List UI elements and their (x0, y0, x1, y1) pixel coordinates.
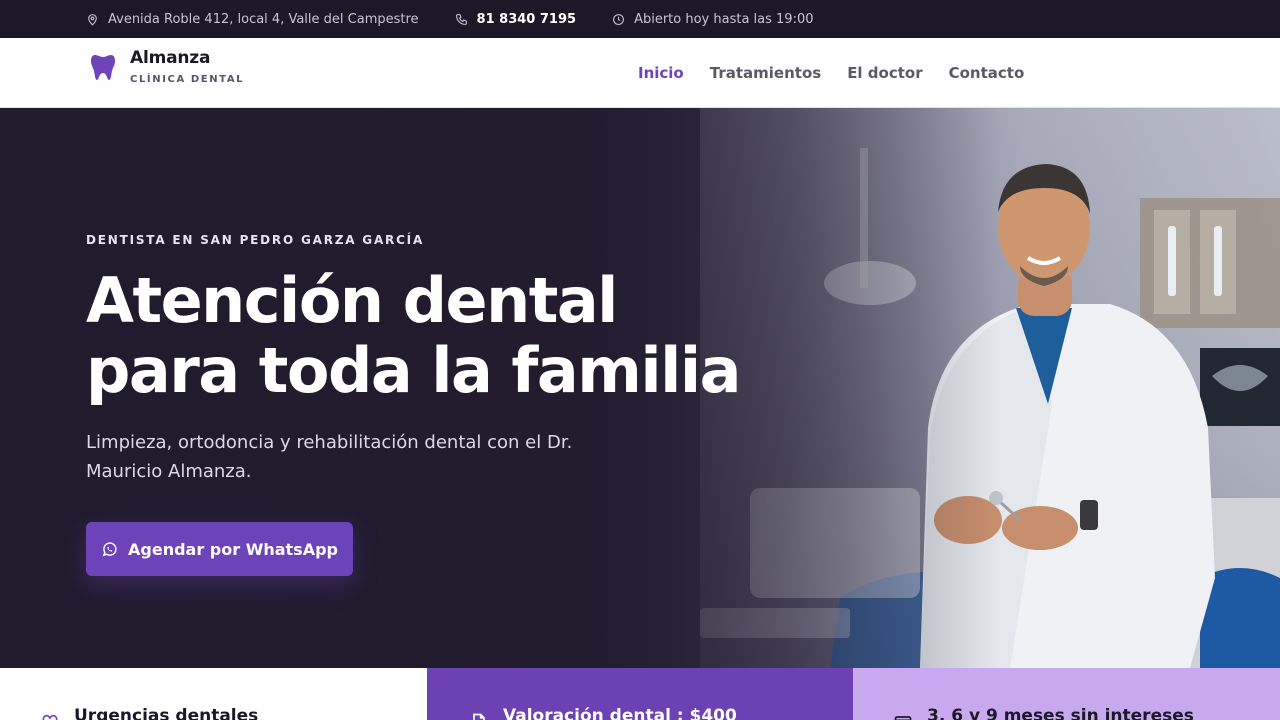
feature-card-urgencias[interactable]: Urgencias dentales (0, 668, 427, 720)
whatsapp-cta-button[interactable]: Agendar por WhatsApp (86, 522, 353, 576)
phone-link[interactable]: 81 8340 7195 (477, 12, 577, 27)
nav-tratamientos[interactable]: Tratamientos (710, 64, 821, 82)
hero-eyebrow: DENTISTA EN SAN PEDRO GARZA GARCÍA (86, 233, 425, 247)
hours-text: Abierto hoy hasta las 19:00 (634, 11, 814, 27)
address-text: Avenida Roble 412, local 4, Valle del Ca… (108, 11, 419, 27)
headline-line-2: para toda la familia (86, 334, 741, 407)
phone-icon (455, 13, 467, 25)
address-info: Avenida Roble 412, local 4, Valle del Ca… (86, 12, 419, 27)
brand-logo[interactable]: Almanza CLÍNICA DENTAL (90, 48, 244, 85)
cta-label: Agendar por WhatsApp (128, 539, 338, 559)
headline-line-1: Atención dental (86, 264, 618, 337)
main-navbar: Almanza CLÍNICA DENTAL Inicio Tratamient… (0, 38, 1280, 108)
nav-inicio[interactable]: Inicio (638, 64, 684, 82)
hero-lead: Limpieza, ortodoncia y rehabilitación de… (86, 432, 573, 482)
feature-label: Urgencias dentales (74, 706, 259, 720)
feature-label: 3, 6 y 9 meses sin intereses (927, 706, 1194, 720)
map-pin-icon (88, 13, 97, 26)
primary-nav: Inicio Tratamientos El doctor Contacto (638, 38, 1050, 108)
clock-icon (613, 13, 624, 25)
brand-name: Almanza (130, 48, 211, 68)
feature-card-meses[interactable]: 3, 6 y 9 meses sin intereses (853, 668, 1280, 720)
hero-headline: Atención dental para toda la familia (86, 266, 766, 406)
heart-tooth-icon (42, 714, 58, 720)
nav-contacto[interactable]: Contacto (949, 64, 1025, 82)
hero-section: DENTISTA EN SAN PEDRO GARZA GARCÍA Atenc… (0, 108, 1280, 668)
feature-strip: Urgencias dentales Valoración dental : $… (0, 668, 1280, 720)
phone-info[interactable]: 81 8340 7195 (455, 12, 577, 27)
feature-card-valoracion[interactable]: Valoración dental : $400 (427, 668, 853, 720)
top-info-bar: Avenida Roble 412, local 4, Valle del Ca… (0, 0, 1280, 38)
card-icon (894, 716, 912, 720)
whatsapp-icon (102, 541, 117, 556)
hours-info: Abierto hoy hasta las 19:00 (612, 11, 814, 27)
tooth-icon (91, 54, 115, 80)
document-icon (473, 713, 485, 720)
brand-subtitle: CLÍNICA DENTAL (130, 74, 245, 85)
nav-el-doctor[interactable]: El doctor (847, 64, 922, 82)
feature-label: Valoración dental : $400 (503, 706, 737, 720)
